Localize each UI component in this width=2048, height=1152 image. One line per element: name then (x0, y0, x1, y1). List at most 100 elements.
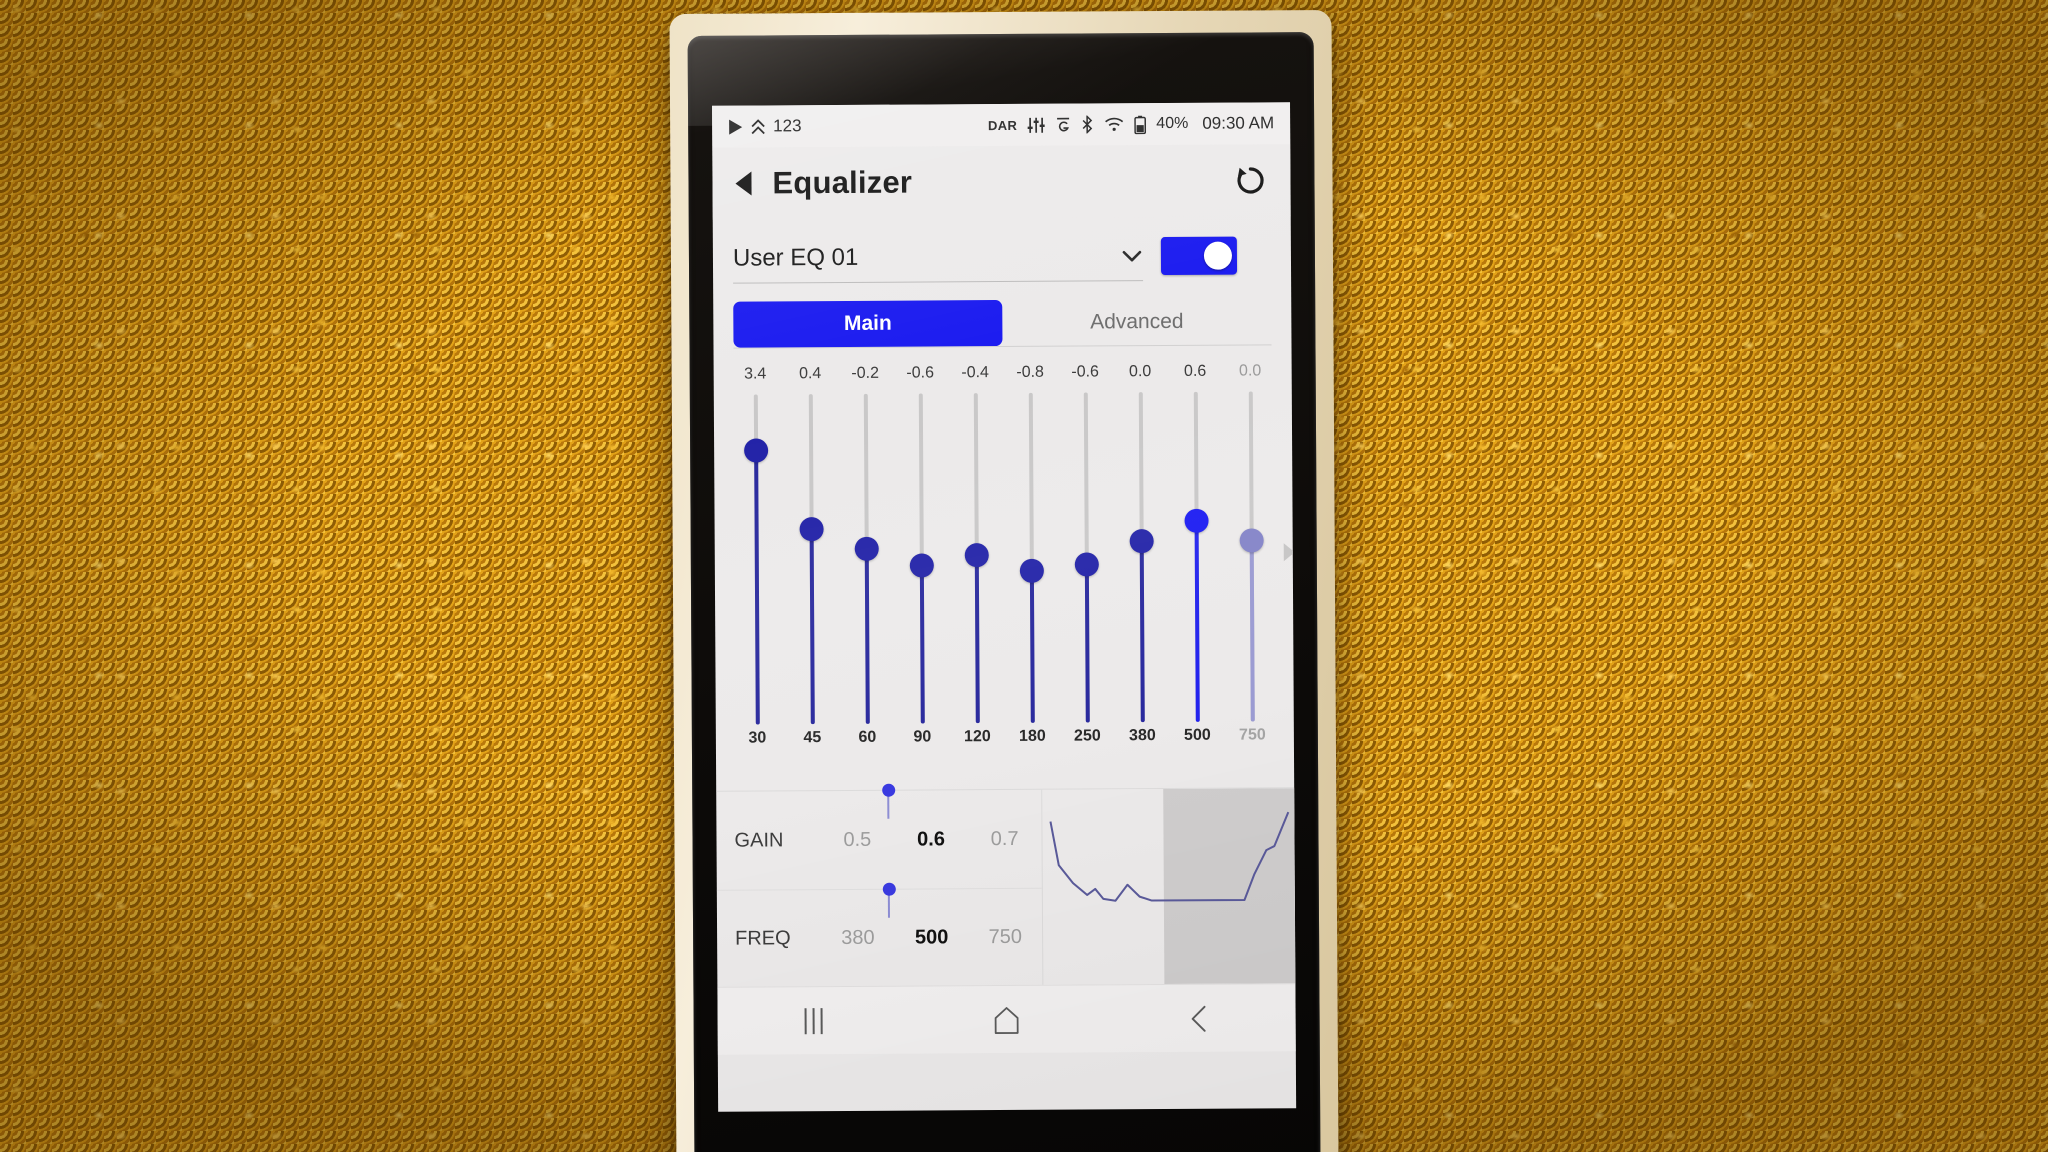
slider-fill (809, 529, 815, 725)
slider-fill (1084, 564, 1090, 723)
page-title: Equalizer (772, 164, 913, 201)
recents-icon[interactable] (718, 1007, 911, 1034)
slider-thumb[interactable] (1074, 552, 1099, 577)
band-freq-label-500: 500 (1183, 726, 1211, 744)
slider-fill (1139, 540, 1145, 723)
g-badge-icon (1055, 116, 1071, 133)
band-slider-750[interactable] (1223, 391, 1280, 722)
band-freq-label-380: 380 (1128, 727, 1156, 745)
play-icon (728, 118, 743, 135)
band-gain-value-180: -0.8 (1016, 363, 1044, 381)
band-gain-value-380: 0.0 (1128, 363, 1152, 381)
band-frequency-labels: 30 45 60 90 120 180 250 380 500 750 (730, 721, 1280, 752)
slider-thumb[interactable] (1239, 527, 1264, 553)
band-slider-180[interactable] (1003, 392, 1060, 723)
band-slider-380[interactable] (1113, 392, 1170, 723)
band-freq-label-180: 180 (1018, 727, 1046, 745)
freq-label: FREQ (735, 927, 791, 950)
gain-option-high[interactable]: 0.7 (968, 827, 1042, 850)
freq-option-high[interactable]: 750 (968, 926, 1042, 949)
gain-option-selected[interactable]: 0.6 (894, 828, 968, 851)
equalizer-bands: 3.4 0.4 -0.2 -0.6 -0.4 -0.8 -0.6 0.0 0.6 0.0 30 45… (714, 357, 1295, 791)
band-gain-value-120: -0.4 (961, 364, 989, 382)
double-chevron-up-icon (750, 118, 766, 135)
band-gain-value-500: 0.6 (1183, 362, 1207, 380)
band-gain-value-60: -0.2 (851, 364, 879, 382)
band-gain-value-45: 0.4 (798, 365, 822, 383)
band-slider-90[interactable] (893, 393, 950, 724)
band-freq-label-60: 60 (858, 728, 877, 746)
preset-name: User EQ 01 (732, 243, 859, 272)
band-freq-label-45: 45 (803, 729, 822, 747)
gain-selector-dot[interactable] (881, 783, 895, 797)
slider-thumb[interactable] (1019, 558, 1044, 584)
toggle-knob (1203, 241, 1233, 270)
slider-fill (974, 554, 980, 724)
band-freq-label-90: 90 (913, 728, 932, 746)
phone-screen: 123 DAR 40% 09:30 AM Equalizer User EQ 0… (712, 102, 1297, 1112)
tab-advanced[interactable]: Advanced (1002, 298, 1271, 346)
freq-row: FREQ 380 500 750 (716, 882, 1043, 988)
band-slider-30[interactable] (728, 394, 785, 725)
slider-fill (864, 548, 870, 724)
preset-dropdown[interactable]: User EQ 01 (732, 242, 1144, 284)
phone-device: 123 DAR 40% 09:30 AM Equalizer User EQ 0… (669, 9, 1339, 1152)
dar-label: DAR (987, 117, 1018, 133)
freq-selector-dot[interactable] (882, 882, 896, 896)
band-gain-value-30: 3.4 (743, 365, 767, 383)
photo-scene: 123 DAR 40% 09:30 AM Equalizer User EQ 0… (0, 0, 2048, 1152)
home-icon[interactable] (910, 1004, 1103, 1035)
gain-options: 0.5 0.6 0.7 (820, 827, 1041, 851)
gain-label: GAIN (734, 828, 784, 852)
bluetooth-icon (1081, 115, 1094, 134)
slider-fill (1194, 520, 1200, 722)
battery-icon (1134, 115, 1147, 134)
slider-thumb[interactable] (909, 553, 934, 578)
tab-main[interactable]: Main (733, 300, 1003, 348)
band-slider-250[interactable] (1058, 392, 1115, 723)
band-gain-value-250: -0.6 (1071, 363, 1099, 381)
band-slider-60[interactable] (838, 393, 895, 724)
freq-option-selected[interactable]: 500 (895, 926, 969, 949)
band-gain-labels: 3.4 0.4 -0.2 -0.6 -0.4 -0.8 -0.6 0.0 0.6 0.0 (728, 357, 1278, 388)
slider-thumb[interactable] (1183, 508, 1209, 533)
parameter-zone: GAIN 0.5 0.6 0.7 FREQ 380 500 750 (716, 783, 1296, 988)
title-bar: Equalizer (712, 144, 1291, 220)
slider-fill (753, 450, 760, 725)
band-slider-group (728, 391, 1280, 725)
band-slider-45[interactable] (783, 394, 840, 725)
gain-option-low[interactable]: 0.5 (820, 828, 894, 851)
status-clock: 09:30 AM (1202, 113, 1275, 133)
slider-thumb[interactable] (1129, 528, 1154, 553)
parameter-table: GAIN 0.5 0.6 0.7 FREQ 380 500 750 (716, 783, 1043, 988)
freq-option-low[interactable]: 380 (821, 927, 895, 950)
band-slider-120[interactable] (948, 393, 1005, 724)
band-freq-label-750: 750 (1238, 726, 1266, 744)
slider-fill (1029, 571, 1035, 723)
slider-thumb[interactable] (799, 517, 824, 542)
reset-icon[interactable] (1232, 162, 1268, 198)
equalizer-icon (1027, 116, 1045, 133)
freq-options: 380 500 750 (821, 926, 1042, 950)
slider-thumb[interactable] (743, 438, 768, 463)
slider-thumb[interactable] (964, 542, 989, 567)
band-slider-500[interactable] (1168, 391, 1225, 722)
track-number: 123 (773, 116, 802, 136)
band-gain-value-90: -0.6 (906, 364, 934, 382)
slider-fill (1249, 539, 1255, 722)
band-freq-label-30: 30 (748, 729, 767, 747)
back-icon[interactable] (1103, 1003, 1296, 1034)
status-bar-left: 123 (728, 116, 802, 136)
eq-enable-toggle[interactable] (1160, 236, 1238, 276)
curve-line (1049, 811, 1290, 902)
chevron-down-icon (1121, 249, 1143, 263)
band-freq-label-120: 120 (963, 728, 991, 746)
eq-response-curve[interactable] (1041, 788, 1296, 985)
battery-percent: 40% (1156, 114, 1189, 133)
back-arrow-icon[interactable] (730, 169, 758, 197)
status-bar-right: DAR 40% 09:30 AM (988, 113, 1274, 135)
slider-thumb[interactable] (854, 536, 879, 562)
band-freq-label-250: 250 (1073, 727, 1101, 745)
gain-row: GAIN 0.5 0.6 0.7 (716, 783, 1042, 890)
band-gain-value-750: 0.0 (1238, 362, 1262, 380)
